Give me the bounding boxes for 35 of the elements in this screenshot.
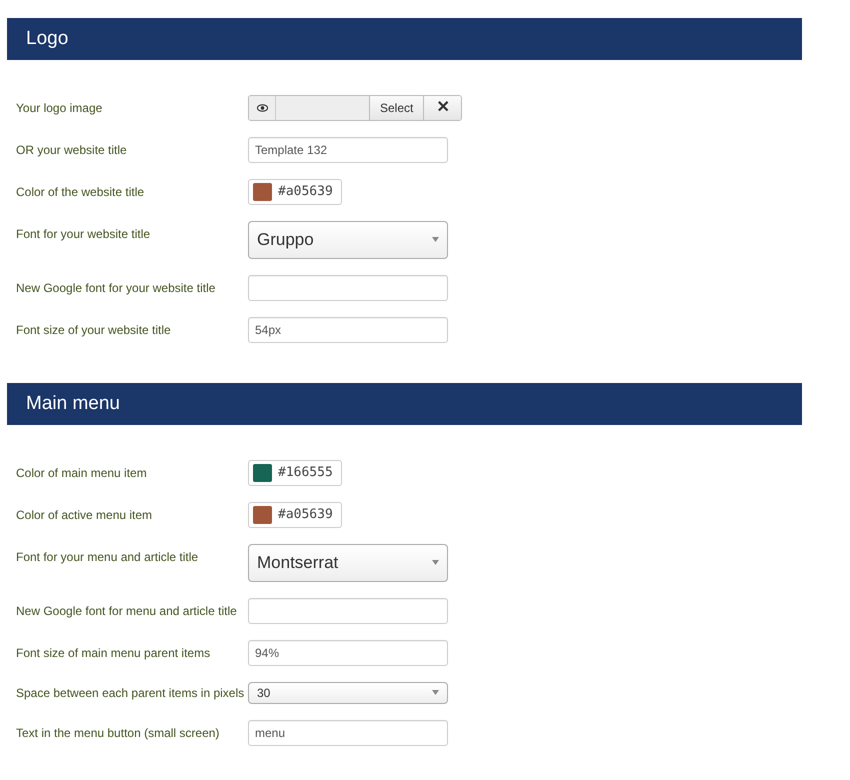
field-label: Font size of main menu parent items [16,645,212,662]
field-label: Color of active menu item [16,507,154,524]
media-field[interactable]: Select ✕ [248,95,462,121]
field-label: Font for your menu and article title [16,549,200,566]
text-field[interactable]: Template 132 [248,137,448,163]
field-label: Your logo image [16,100,104,117]
field-label: Text in the menu button (small screen) [16,725,220,742]
field-label: Font for your website title [16,226,152,243]
clear-button[interactable]: ✕ [423,96,462,120]
caret-icon [432,690,439,696]
field-label: New Google font for menu and article title [16,603,238,620]
caret-icon [432,560,439,566]
dropdown[interactable]: 30 [248,682,448,704]
color-field[interactable]: #a05639 [248,502,342,528]
field-label: Color of the website title [16,184,146,201]
field-label: Font size of your website title [16,322,172,339]
dropdown[interactable]: Gruppo [248,221,448,259]
field-label: Space between each parent items in pixels [16,685,246,702]
text-field[interactable]: 94% [248,640,448,666]
text-field[interactable] [248,598,448,624]
text-field[interactable]: menu [248,720,448,746]
color-field[interactable]: #a05639 [248,179,342,205]
preview-button[interactable] [249,96,275,120]
select-button[interactable]: Select [369,96,424,120]
section-header: Logo [7,18,802,60]
section-header: Main menu [7,383,802,425]
text-field[interactable] [248,275,448,301]
caret-icon [432,237,439,242]
text-field[interactable]: 54px [248,317,448,343]
color-field[interactable]: #166555 [248,460,342,486]
field-label: OR your website title [16,142,128,159]
field-label: Color of main menu item [16,465,148,482]
eye-icon [256,104,268,112]
dropdown[interactable]: Montserrat [248,544,448,582]
field-label: New Google font for your website title [16,280,216,297]
